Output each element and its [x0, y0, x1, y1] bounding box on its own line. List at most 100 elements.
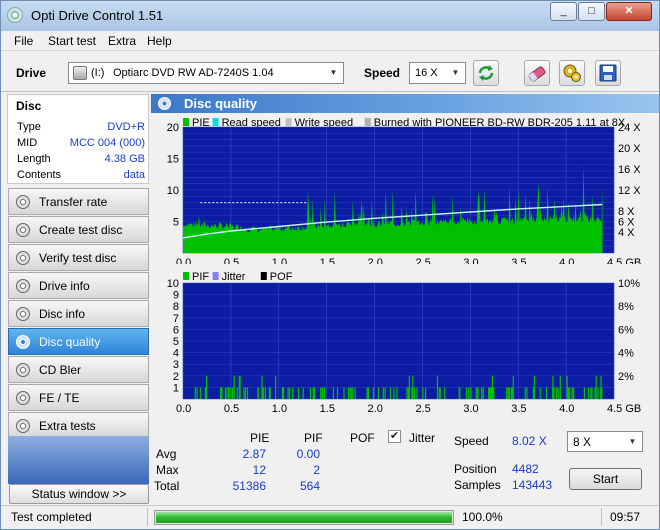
legend-swatch — [183, 118, 189, 126]
nav-drive-info[interactable]: Drive info — [8, 272, 149, 299]
x-tick-label: 1.0 — [272, 403, 287, 415]
disc-icon — [16, 419, 30, 433]
nav-cd-bler[interactable]: CD Bler — [8, 356, 149, 383]
pif-bar — [406, 387, 408, 399]
y-tick-label-right: 10% — [618, 278, 640, 290]
status-divider — [601, 508, 602, 526]
pif-bar — [227, 387, 229, 399]
nav-disc-info[interactable]: Disc info — [8, 300, 149, 327]
disc-row-type: Type DVD+R — [17, 121, 145, 137]
pif-bar — [289, 387, 291, 399]
avg-pie: 2.87 — [242, 447, 266, 461]
avg-pif: 0.00 — [296, 447, 320, 461]
disc-icon — [16, 251, 30, 265]
pif-bar — [261, 375, 263, 399]
menu-start-test[interactable]: Start test — [48, 34, 96, 48]
nav-label: Verify test disc — [39, 251, 117, 265]
y-tick-label-right: 6 X — [618, 217, 635, 229]
app-disc-icon — [7, 7, 23, 23]
speed-value: 16 X — [415, 67, 438, 79]
pif-bar — [282, 387, 284, 399]
pif-bar — [224, 387, 227, 399]
status-text: Test completed — [11, 510, 92, 524]
pif-bar — [262, 387, 265, 399]
disc-info-panel: Disc Type DVD+R MID MCC 004 (000) Length… — [7, 94, 149, 184]
close-button[interactable]: ✕ — [606, 2, 652, 21]
pif-bar — [571, 387, 573, 399]
title-bar: Opti Drive Control 1.51 _ □ ✕ — [1, 1, 659, 31]
y-tick-label-right: 16 X — [618, 164, 641, 176]
y-tick-label: 10 — [167, 278, 179, 290]
save-button[interactable] — [595, 60, 621, 86]
refresh-button[interactable] — [473, 60, 499, 86]
menu-help[interactable]: Help — [147, 34, 172, 48]
y-tick-label: 8 — [173, 301, 179, 313]
legend-label: Jitter — [222, 271, 246, 283]
x-tick-label: 0.5 — [224, 257, 239, 264]
pif-bar — [351, 387, 353, 399]
sidebar-filler — [8, 436, 149, 484]
minimize-button[interactable]: _ — [550, 2, 577, 21]
y-tick-label: 5 — [173, 336, 179, 348]
speed-readout-label: Speed — [454, 434, 489, 448]
disc-value: 4.38 GB — [104, 153, 145, 165]
pif-bar — [526, 387, 528, 399]
x-tick-label: 3.0 — [463, 403, 478, 415]
maximize-button[interactable]: □ — [578, 2, 605, 21]
toolbar: Drive (I:) Optiarc DVD RW AD-7240S 1.04 … — [1, 52, 659, 92]
pif-bar — [559, 375, 561, 399]
max-pif: 2 — [313, 463, 320, 477]
position-label: Position — [454, 462, 497, 476]
pif-bar — [246, 387, 249, 399]
legend-label: POF — [270, 271, 293, 283]
pif-bar — [568, 387, 570, 399]
speed-select[interactable]: 16 X ▼ — [409, 62, 466, 84]
pif-bar — [539, 387, 541, 399]
disc-quality-icon — [158, 97, 171, 110]
pif-bar — [332, 387, 334, 399]
speed-label: Speed — [364, 66, 401, 80]
nav-verify-test-disc[interactable]: Verify test disc — [8, 244, 149, 271]
legend-swatch — [364, 118, 371, 126]
pif-bar — [275, 375, 277, 399]
disc-key: MID — [17, 137, 38, 149]
test-speed-select[interactable]: 8 X ▼ — [567, 431, 643, 452]
pif-bar — [354, 387, 356, 399]
pif-bar — [204, 387, 206, 399]
panel-title: Disc quality — [184, 96, 257, 111]
x-tick-label: 0.0 — [176, 403, 191, 415]
menu-extra[interactable]: Extra — [108, 34, 136, 48]
total-pif: 564 — [299, 479, 320, 493]
pif-bar — [269, 387, 271, 399]
nav-extra-tests[interactable]: Extra tests — [8, 412, 149, 439]
disc-key: Length — [17, 153, 51, 165]
nav-disc-quality[interactable]: Disc quality — [8, 328, 149, 355]
settings-button[interactable] — [559, 60, 585, 86]
menu-bar: File Start test Extra Help — [1, 31, 659, 51]
drive-select[interactable]: (I:) Optiarc DVD RW AD-7240S 1.04 ▼ — [68, 62, 344, 84]
nav-fe-te[interactable]: FE / TE — [8, 384, 149, 411]
pif-bar — [468, 387, 470, 399]
status-window-button[interactable]: Status window >> — [9, 484, 149, 504]
y-tick-label: 9 — [173, 290, 179, 302]
start-button[interactable]: Start — [569, 468, 642, 490]
pif-bar — [492, 387, 494, 399]
panel-header: Disc quality — [151, 94, 659, 113]
progress-fill — [156, 512, 452, 523]
max-pie: 12 — [252, 463, 266, 477]
save-icon — [599, 64, 617, 82]
pif-bar — [422, 387, 424, 399]
pif-bar — [343, 387, 345, 399]
app-window: Opti Drive Control 1.51 _ □ ✕ File Start… — [0, 0, 660, 530]
jitter-checkbox[interactable]: ✔ — [388, 430, 401, 443]
x-tick-label: 0.0 — [176, 257, 191, 264]
x-tick-label: 4.0 — [559, 257, 574, 264]
erase-button[interactable] — [524, 60, 550, 86]
y-tick-label: 3 — [173, 359, 179, 371]
nav-transfer-rate[interactable]: Transfer rate — [8, 188, 149, 215]
x-tick-label: 2.0 — [368, 403, 383, 415]
menu-file[interactable]: File — [14, 34, 33, 48]
nav-create-test-disc[interactable]: Create test disc — [8, 216, 149, 243]
pif-bar — [230, 387, 232, 399]
y-tick-label: 5 — [173, 217, 179, 229]
